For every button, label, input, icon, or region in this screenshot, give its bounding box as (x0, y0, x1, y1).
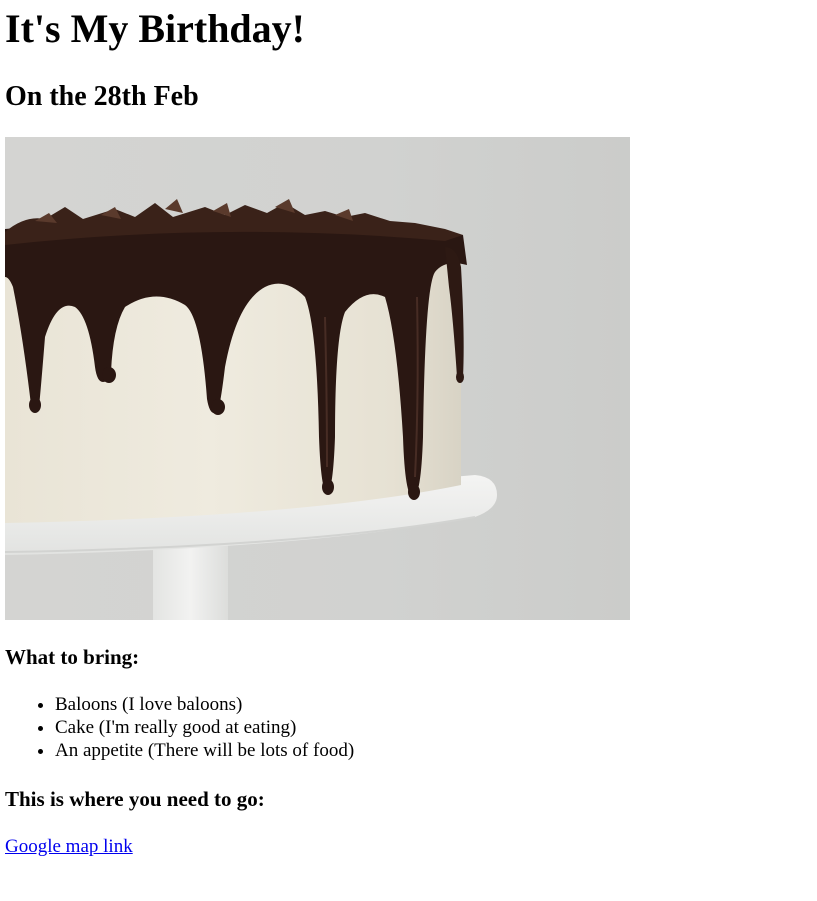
page-content: It's My Birthday! On the 28th Feb What t… (0, 7, 817, 858)
date-heading: On the 28th Feb (5, 81, 199, 112)
list-item: An appetite (There will be lots of food) (55, 739, 817, 762)
list-item: Baloons (I love baloons) (55, 693, 817, 716)
go-heading: This is where you need to go: (5, 787, 265, 811)
bring-heading: What to bring: (5, 645, 140, 669)
bring-list: Baloons (I love baloons) Cake (I'm reall… (5, 693, 817, 762)
page-title: It's My Birthday! (5, 6, 305, 51)
cake-image (5, 137, 630, 620)
list-item: Cake (I'm really good at eating) (55, 716, 817, 739)
google-map-link[interactable]: Google map link (5, 835, 133, 858)
